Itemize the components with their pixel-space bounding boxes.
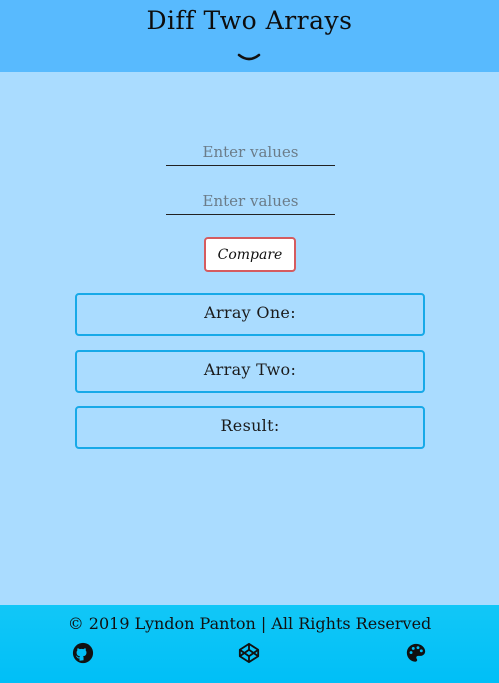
result-box: Result: [75, 406, 425, 449]
array-one-input[interactable] [166, 138, 335, 166]
codepen-icon[interactable] [238, 642, 260, 664]
compare-button[interactable]: Compare [204, 237, 296, 272]
array-one-box: Array One: [75, 293, 425, 336]
array-two-box: Array Two: [75, 350, 425, 393]
header: Diff Two Arrays [0, 0, 499, 72]
github-icon[interactable] [72, 642, 94, 664]
footer: © 2019 Lyndon Panton | All Rights Reserv… [0, 605, 499, 683]
copyright-text: © 2019 Lyndon Panton | All Rights Reserv… [67, 614, 432, 633]
array-two-input[interactable] [166, 187, 335, 215]
page-title: Diff Two Arrays [146, 6, 353, 35]
palette-icon[interactable] [405, 642, 427, 664]
chevron-down-icon[interactable] [237, 52, 261, 64]
